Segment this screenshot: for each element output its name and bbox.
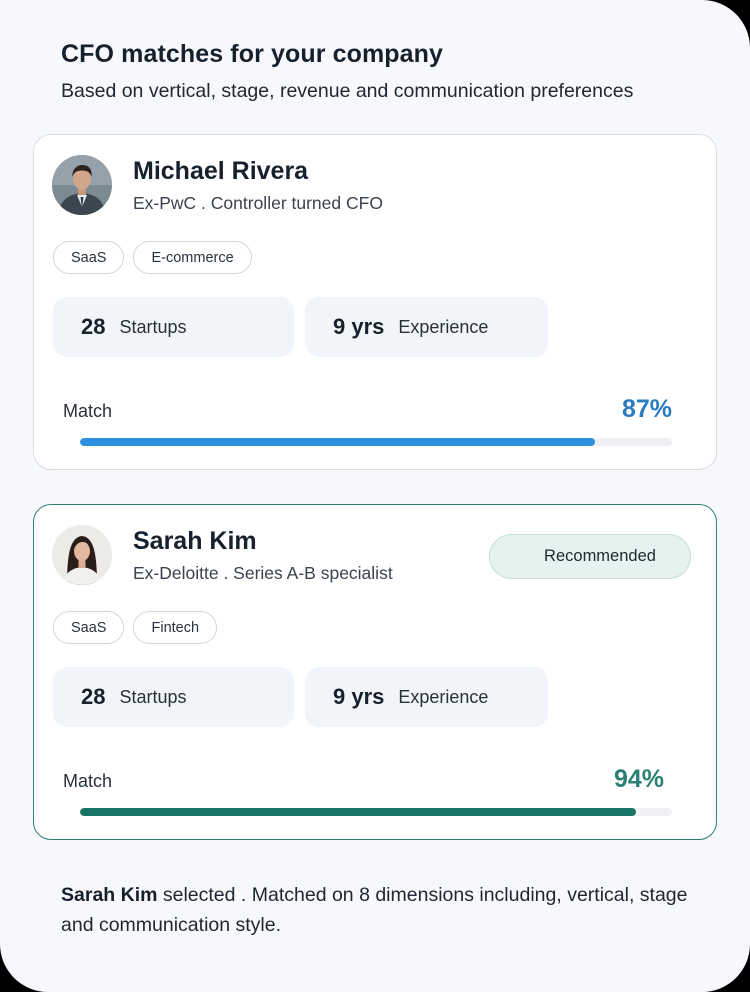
candidate-role: Ex-Deloitte . Series A-B specialist <box>133 563 393 583</box>
tag-saas: SaaS <box>53 611 125 644</box>
match-progress-bar <box>80 808 672 816</box>
match-percentage: 94% <box>613 765 664 793</box>
candidate-role: Ex-PwC . Controller turned CFO <box>133 193 383 213</box>
tag-e-commerce: E-commerce <box>133 241 252 274</box>
stat-label: Experience <box>398 686 489 707</box>
stat-label: Experience <box>398 316 489 337</box>
stat-value: 9 yrs <box>333 684 385 709</box>
match-label: Match <box>63 771 113 791</box>
recommended-badge: Recommended <box>489 534 691 579</box>
stat-value: 28 <box>81 314 106 339</box>
stat-experience: 9 yrs Experience <box>305 297 548 357</box>
stat-label: Startups <box>119 316 187 337</box>
page-title: CFO matches for your company <box>61 40 444 68</box>
selection-summary: Sarah Kim selected . Matched on 8 dimens… <box>61 880 701 940</box>
avatar <box>52 155 112 215</box>
candidate-card-sarah-kim[interactable]: Sarah Kim Ex-Deloitte . Series A-B speci… <box>33 504 717 840</box>
tag-fintech: Fintech <box>133 611 218 644</box>
candidate-name: Michael Rivera <box>133 157 309 185</box>
stat-value: 28 <box>81 684 106 709</box>
stat-label: Startups <box>119 686 187 707</box>
tag-saas: SaaS <box>53 241 125 274</box>
avatar <box>52 525 112 585</box>
cfo-matches-panel: CFO matches for your company Based on ve… <box>0 0 750 992</box>
selected-candidate-name: Sarah Kim <box>61 884 158 906</box>
tag-list: SaaS Fintech <box>53 611 218 644</box>
stat-startups: 28 Startups <box>53 297 294 357</box>
stat-experience: 9 yrs Experience <box>305 667 548 727</box>
match-progress-bar <box>80 438 672 446</box>
match-label: Match <box>63 401 113 421</box>
match-progress-fill <box>80 438 596 446</box>
stat-value: 9 yrs <box>333 314 385 339</box>
candidate-card-michael-rivera[interactable]: Michael Rivera Ex-PwC . Controller turne… <box>33 134 717 470</box>
page-subtitle: Based on vertical, stage, revenue and co… <box>61 80 634 102</box>
match-percentage: 87% <box>621 395 672 423</box>
stat-startups: 28 Startups <box>53 667 294 727</box>
tag-list: SaaS E-commerce <box>53 241 252 274</box>
candidate-name: Sarah Kim <box>133 527 257 555</box>
match-progress-fill <box>80 808 637 816</box>
